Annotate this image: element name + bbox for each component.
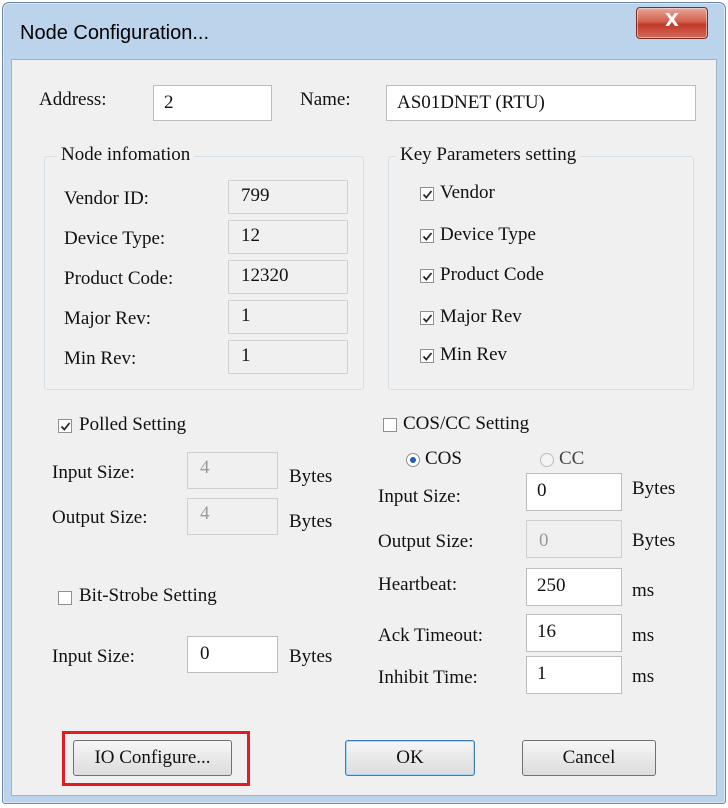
polled-output-size-label: Output Size:	[52, 507, 148, 528]
close-icon: X	[665, 10, 679, 31]
min-rev-checkbox[interactable]	[420, 349, 434, 363]
coscc-output-unit: Bytes	[632, 530, 676, 551]
polled-output-size-field[interactable]: 4	[187, 498, 278, 535]
min-rev-checkbox-label[interactable]: Min Rev	[440, 344, 507, 366]
inhibit-time-label: Inhibit Time:	[378, 667, 478, 688]
ack-timeout-unit: ms	[632, 625, 655, 646]
vendor-checkbox[interactable]	[420, 187, 434, 201]
checkmark-icon	[422, 313, 432, 323]
heartbeat-unit: ms	[632, 580, 655, 601]
cos-radio[interactable]	[406, 453, 420, 467]
ack-timeout-label: Ack Timeout:	[378, 625, 484, 646]
coscc-input-size-label: Input Size:	[378, 486, 461, 507]
checkmark-icon	[422, 189, 432, 199]
cos-radio-label[interactable]: COS	[425, 448, 462, 470]
coscc-output-size-label: Output Size:	[378, 531, 474, 552]
vendor-id-label: Vendor ID:	[64, 188, 149, 209]
heartbeat-label: Heartbeat:	[378, 574, 458, 595]
device-type-checkbox-label[interactable]: Device Type	[440, 224, 536, 246]
ack-timeout-field[interactable]: 16	[526, 614, 622, 652]
address-label: Address:	[39, 89, 107, 110]
polled-output-unit: Bytes	[289, 511, 333, 532]
name-input[interactable]: AS01DNET (RTU)	[386, 85, 696, 121]
polled-input-size-field[interactable]: 4	[187, 452, 278, 489]
checkmark-icon	[422, 271, 432, 281]
bitstrobe-input-size-field[interactable]: 0	[187, 636, 278, 673]
product-code-label: Product Code:	[64, 268, 174, 289]
name-label: Name:	[300, 89, 351, 110]
polled-input-size-label: Input Size:	[52, 462, 135, 483]
bitstrobe-checkbox-label[interactable]: Bit-Strobe Setting	[79, 585, 217, 607]
device-type-checkbox[interactable]	[420, 229, 434, 243]
node-info-title: Node infomation	[57, 144, 195, 166]
vendor-checkbox-label[interactable]: Vendor	[440, 182, 495, 204]
product-code-value: 12320	[228, 260, 348, 294]
major-rev-checkbox-label[interactable]: Major Rev	[440, 306, 522, 328]
cancel-button[interactable]: Cancel	[522, 740, 656, 776]
cc-radio-label[interactable]: CC	[559, 448, 584, 470]
major-rev-label: Major Rev:	[64, 308, 152, 329]
close-button[interactable]: X	[636, 7, 708, 39]
inhibit-time-unit: ms	[632, 666, 655, 687]
product-code-checkbox[interactable]	[420, 269, 434, 283]
bitstrobe-checkbox[interactable]	[58, 591, 72, 605]
checkmark-icon	[422, 351, 432, 361]
bitstrobe-input-unit: Bytes	[289, 646, 333, 667]
polled-input-unit: Bytes	[289, 466, 333, 487]
window-title: Node Configuration...	[20, 22, 210, 44]
device-type-label: Device Type:	[64, 228, 166, 249]
coscc-input-unit: Bytes	[632, 478, 676, 499]
coscc-checkbox[interactable]	[383, 418, 397, 432]
cc-radio[interactable]	[540, 453, 554, 467]
polled-checkbox-label[interactable]: Polled Setting	[79, 414, 186, 436]
min-rev-value: 1	[228, 340, 348, 374]
polled-checkbox[interactable]	[58, 419, 72, 433]
device-type-value: 12	[228, 220, 348, 254]
inhibit-time-field[interactable]: 1	[526, 656, 622, 694]
checkmark-icon	[60, 421, 70, 431]
vendor-id-value: 799	[228, 180, 348, 214]
ok-button[interactable]: OK	[345, 740, 475, 776]
min-rev-label: Min Rev:	[64, 348, 137, 369]
checkmark-icon	[422, 231, 432, 241]
major-rev-value: 1	[228, 300, 348, 334]
coscc-checkbox-label[interactable]: COS/CC Setting	[403, 413, 529, 435]
coscc-output-size-field[interactable]: 0	[526, 520, 622, 558]
major-rev-checkbox[interactable]	[420, 311, 434, 325]
product-code-checkbox-label[interactable]: Product Code	[440, 264, 544, 286]
address-input[interactable]: 2	[153, 85, 272, 121]
coscc-input-size-field[interactable]: 0	[526, 473, 622, 511]
heartbeat-field[interactable]: 250	[526, 568, 622, 606]
io-configure-button[interactable]: IO Configure...	[73, 740, 232, 776]
bitstrobe-input-size-label: Input Size:	[52, 646, 135, 667]
key-params-title: Key Parameters setting	[396, 144, 581, 166]
